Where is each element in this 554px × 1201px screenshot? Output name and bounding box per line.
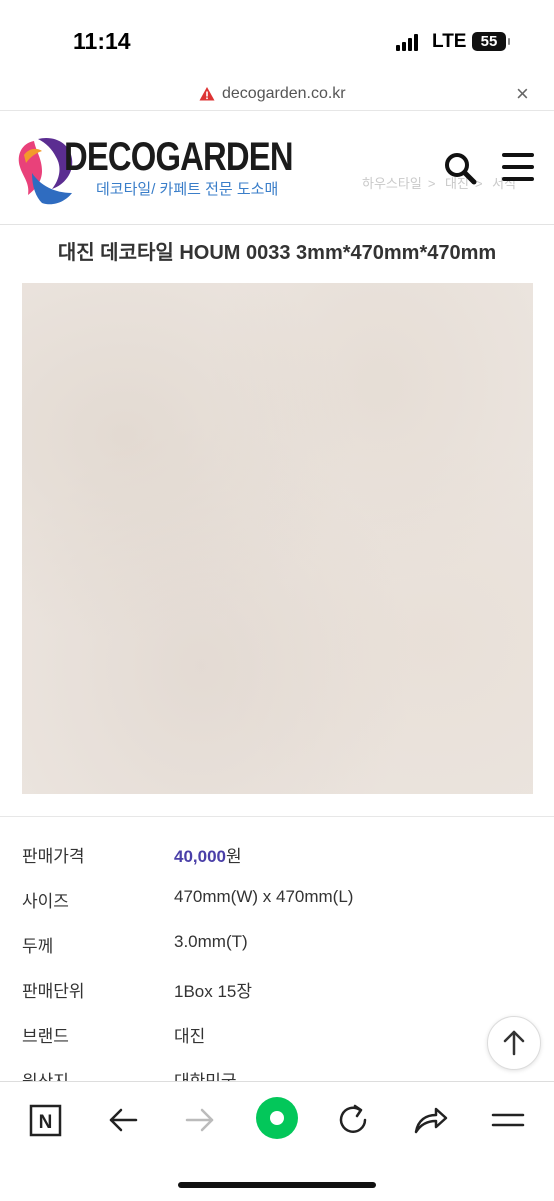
spec-row-price: 판매가격 40,000원: [0, 830, 554, 870]
spec-label: 사이즈: [22, 892, 69, 911]
hamburger-menu-icon[interactable]: [502, 153, 534, 181]
logo-subtitle: 데코타일/ 카페트 전문 도소매: [96, 181, 279, 198]
spec-value: 대진: [174, 1027, 206, 1046]
product-title: 대진 데코타일 HOUM 0033 3mm*470mm*470mm: [57, 242, 497, 264]
spec-row-thickness: 두께 3.0mm(T): [0, 920, 554, 960]
spec-value: 3.0mm(T): [174, 932, 248, 951]
spec-value: 1Box 15장: [174, 982, 253, 1001]
share-icon[interactable]: [410, 1100, 450, 1140]
spec-label: 두께: [22, 937, 54, 956]
forward-arrow-icon[interactable]: [180, 1100, 220, 1140]
svg-text:N: N: [39, 1112, 53, 1133]
spec-label: 판매단위: [22, 982, 85, 1001]
status-bar: 11:14 LTE 55: [0, 0, 554, 80]
spec-label: 브랜드: [22, 1027, 69, 1046]
spec-value: 40,000원: [174, 842, 242, 867]
breadcrumb-item[interactable]: 하우스타일: [362, 176, 422, 191]
url-bar[interactable]: decogarden.co.kr ×: [0, 80, 554, 111]
close-icon[interactable]: ×: [516, 81, 529, 107]
price-amount: 40,000: [174, 847, 226, 866]
network-label: LTE: [432, 31, 467, 52]
battery-icon: 55: [472, 32, 510, 51]
divider: [0, 816, 554, 817]
spec-label: 판매가격: [22, 847, 85, 866]
warning-icon: [199, 87, 215, 101]
spec-row-brand: 브랜드 대진: [0, 1010, 554, 1050]
status-time: 11:14: [73, 28, 131, 54]
signal-icon: [396, 34, 422, 51]
spec-value: 470mm(W) x 470mm(L): [174, 887, 354, 906]
product-image: [22, 283, 533, 794]
back-arrow-icon[interactable]: [103, 1100, 143, 1140]
site-header: DECOGARDEN 데코타일/ 카페트 전문 도소매 하우스타일 > 대진 > 서…: [0, 111, 554, 225]
price-currency: 원: [226, 847, 242, 866]
reload-icon[interactable]: [333, 1100, 373, 1140]
naver-n-icon[interactable]: N: [26, 1100, 66, 1140]
url-domain[interactable]: decogarden.co.kr: [222, 85, 346, 103]
search-icon[interactable]: [443, 151, 477, 185]
naver-green-dot-icon[interactable]: [255, 1096, 299, 1140]
spec-row-unit: 판매단위 1Box 15장: [0, 965, 554, 1005]
scroll-top-icon[interactable]: [487, 1016, 541, 1070]
home-indicator: [178, 1182, 376, 1188]
browser-toolbar: N: [0, 1081, 554, 1201]
spec-row-size: 사이즈 470mm(W) x 470mm(L): [0, 875, 554, 915]
breadcrumb-separator: >: [427, 176, 436, 191]
logo-text[interactable]: DECOGARDEN: [64, 135, 294, 180]
menu-icon[interactable]: [488, 1100, 528, 1140]
